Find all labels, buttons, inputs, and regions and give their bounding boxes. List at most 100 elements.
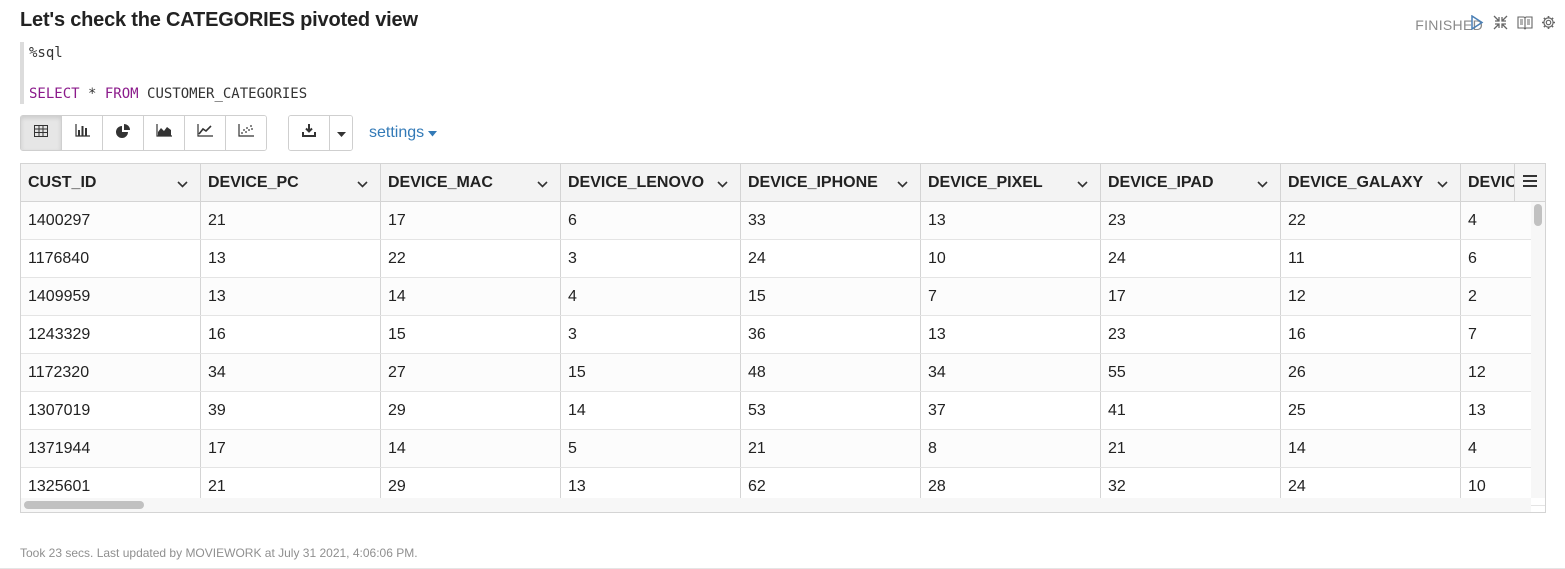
column-header[interactable]: DEVICE_PC xyxy=(201,164,381,201)
table-cell: 55 xyxy=(1101,354,1281,391)
hamburger-icon xyxy=(1523,174,1537,192)
table-cell: 34 xyxy=(921,354,1101,391)
table-cell: 12 xyxy=(1281,278,1461,315)
table-cell: 16 xyxy=(1281,316,1461,353)
table-cell: 37 xyxy=(921,392,1101,429)
table-cell: 1409959 xyxy=(21,278,201,315)
area-chart-view-button[interactable] xyxy=(144,116,185,150)
table-cell: 1243329 xyxy=(21,316,201,353)
query-star: * xyxy=(79,86,105,102)
table-cell: 14 xyxy=(1281,430,1461,467)
table-cell: 21 xyxy=(201,202,381,239)
column-header-label: DEVICE_IPAD xyxy=(1108,174,1214,191)
table-row: 1371944 17 14 5 21 8 21 14 4 xyxy=(21,430,1545,468)
table-cell: 36 xyxy=(741,316,921,353)
chevron-down-icon[interactable] xyxy=(177,175,188,193)
chevron-down-icon[interactable] xyxy=(897,175,908,193)
table-row: 1409959 13 14 4 15 7 17 12 2 xyxy=(21,278,1545,316)
table-cell: 22 xyxy=(1281,202,1461,239)
table-cell: 26 xyxy=(1281,354,1461,391)
table-cell: 11 xyxy=(1281,240,1461,277)
table-cell: 53 xyxy=(741,392,921,429)
column-header-label: DEVICE_LENOVO xyxy=(568,174,705,191)
column-header[interactable]: DEVICE_MAC xyxy=(381,164,561,201)
table-row: 1176840 13 22 3 24 10 24 11 6 xyxy=(21,240,1545,278)
horizontal-scroll-thumb[interactable] xyxy=(24,501,144,509)
collapse-icon[interactable] xyxy=(1492,14,1509,31)
table-icon xyxy=(34,124,48,142)
table-cell: 23 xyxy=(1101,202,1281,239)
gear-icon[interactable] xyxy=(1540,14,1557,31)
table-cell: 34 xyxy=(201,354,381,391)
code-editor[interactable]: %sql SELECT * FROM CUSTOMER_CATEGORIES xyxy=(20,42,1549,104)
table-cell: 25 xyxy=(1281,392,1461,429)
caret-down-icon xyxy=(336,124,346,142)
result-toolbar: settings xyxy=(20,115,438,151)
chevron-down-icon[interactable] xyxy=(1437,175,1448,193)
table-row: 1172320 34 27 15 48 34 55 26 12 xyxy=(21,354,1545,392)
table-cell: 41 xyxy=(1101,392,1281,429)
download-options-toggle[interactable] xyxy=(330,116,352,150)
vertical-scrollbar[interactable] xyxy=(1531,202,1545,498)
table-cell: 48 xyxy=(741,354,921,391)
table-cell: 17 xyxy=(1101,278,1281,315)
table-view-button[interactable] xyxy=(21,116,62,150)
table-cell: 1400297 xyxy=(21,202,201,239)
column-header[interactable]: DEVICE_GALAXY xyxy=(1281,164,1461,201)
grid-menu-button[interactable] xyxy=(1514,164,1545,201)
table-cell: 14 xyxy=(381,430,561,467)
column-header[interactable]: DEVICE_IPAD xyxy=(1101,164,1281,201)
table-cell: 5 xyxy=(561,430,741,467)
table-cell: 17 xyxy=(201,430,381,467)
table-cell: 15 xyxy=(381,316,561,353)
table-cell: 10 xyxy=(921,240,1101,277)
caret-down-icon xyxy=(428,124,438,142)
interpreter-line: %sql xyxy=(29,45,63,61)
table-cell: 24 xyxy=(1101,240,1281,277)
run-icon[interactable] xyxy=(1468,14,1485,31)
table-cell: 8 xyxy=(921,430,1101,467)
table-cell: 1307019 xyxy=(21,392,201,429)
vertical-scroll-thumb[interactable] xyxy=(1534,204,1542,226)
table-row: 1243329 16 15 3 36 13 23 16 7 xyxy=(21,316,1545,354)
column-header-label: DEVICE_IPHONE xyxy=(748,174,878,191)
line-chart-view-button[interactable] xyxy=(185,116,226,150)
column-header[interactable]: DEVICE_PIXEL xyxy=(921,164,1101,201)
horizontal-scrollbar[interactable] xyxy=(21,498,1531,512)
chevron-down-icon[interactable] xyxy=(357,175,368,193)
chevron-down-icon[interactable] xyxy=(1077,175,1088,193)
book-icon[interactable] xyxy=(1516,14,1533,31)
chevron-down-icon[interactable] xyxy=(1257,175,1268,193)
table-cell: 13 xyxy=(201,278,381,315)
settings-link[interactable]: settings xyxy=(369,124,438,142)
paragraph-footer: Took 23 secs. Last updated by MOVIEWORK … xyxy=(20,546,418,560)
table-cell: 15 xyxy=(741,278,921,315)
column-header[interactable]: DEVICE_IPHONE xyxy=(741,164,921,201)
chevron-down-icon[interactable] xyxy=(717,175,728,193)
grid-body: 1400297 21 17 6 33 13 23 22 4 1176840 13 22 3 24 10 24 1… xyxy=(21,202,1545,506)
column-header-label: DEVICE_PC xyxy=(208,174,299,191)
table-cell: 13 xyxy=(201,240,381,277)
column-header[interactable]: CUST_ID xyxy=(21,164,201,201)
table-cell: 33 xyxy=(741,202,921,239)
column-header[interactable]: DEVICE_LENOVO xyxy=(561,164,741,201)
table-cell: 13 xyxy=(921,202,1101,239)
bar-chart-icon xyxy=(74,124,90,142)
table-cell: 15 xyxy=(561,354,741,391)
paragraph-title: Let's check the CATEGORIES pivoted view xyxy=(20,9,418,31)
download-button[interactable] xyxy=(289,116,330,150)
scatter-chart-icon xyxy=(238,124,254,142)
settings-label: settings xyxy=(369,124,425,141)
table-cell: 14 xyxy=(561,392,741,429)
table-cell: 7 xyxy=(921,278,1101,315)
table-cell: 1172320 xyxy=(21,354,201,391)
query-line: SELECT * FROM CUSTOMER_CATEGORIES xyxy=(29,86,307,102)
table-row: 1400297 21 17 6 33 13 23 22 4 xyxy=(21,202,1545,240)
line-chart-icon xyxy=(197,124,213,142)
scatter-chart-view-button[interactable] xyxy=(226,116,266,150)
download-group xyxy=(288,115,353,151)
chevron-down-icon[interactable] xyxy=(537,175,548,193)
pie-chart-view-button[interactable] xyxy=(103,116,144,150)
bar-chart-view-button[interactable] xyxy=(62,116,103,150)
results-grid: CUST_ID DEVICE_PC DEVICE_MAC DEVICE_LENOVO D… xyxy=(20,163,1546,513)
